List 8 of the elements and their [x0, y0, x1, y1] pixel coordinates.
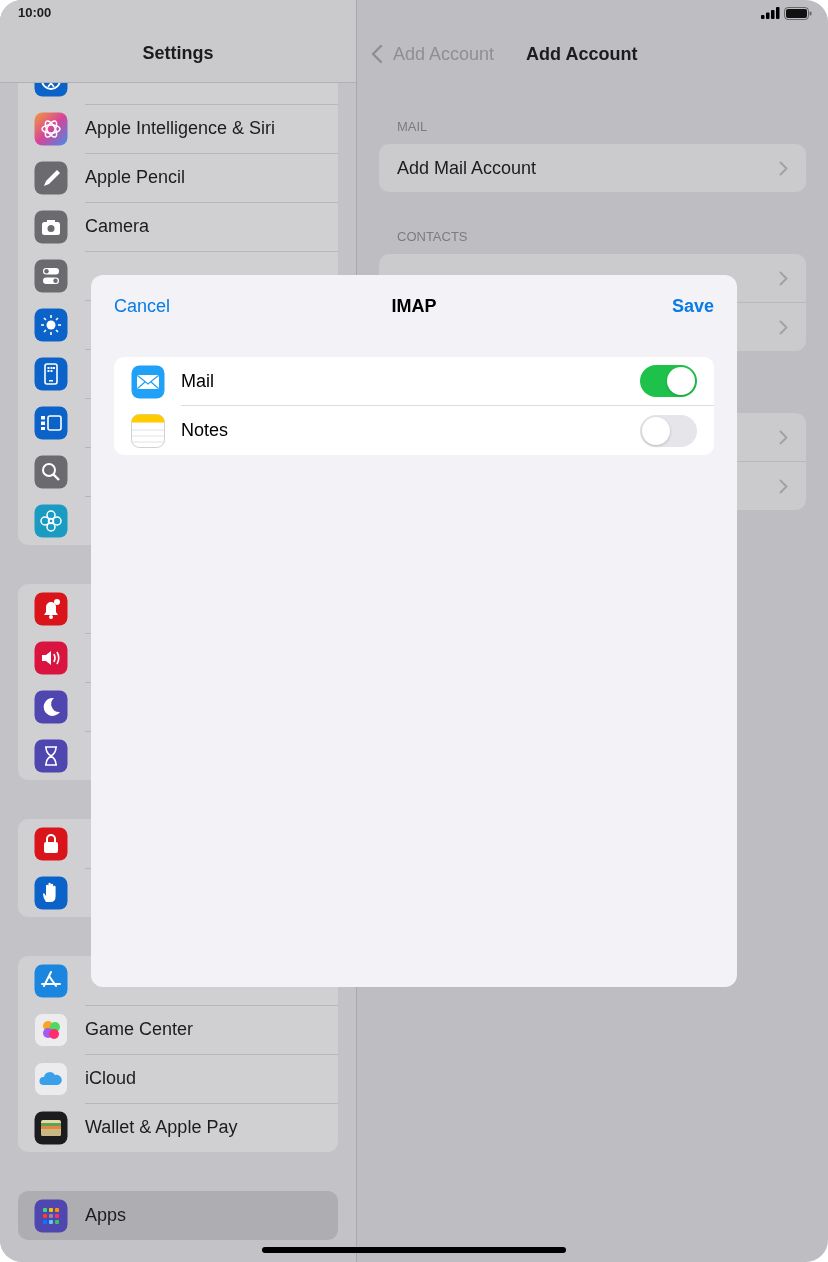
- page-title: Add Account: [526, 43, 638, 65]
- status-time: 10:00: [18, 5, 52, 20]
- sidebar-title: Settings: [142, 43, 214, 64]
- section-header: MAIL: [396, 118, 429, 136]
- modal-title: IMAP: [391, 295, 437, 317]
- section-header: CONTACTS: [396, 228, 469, 246]
- app-name: Mail: [181, 370, 214, 392]
- app-name: Notes: [181, 420, 229, 441]
